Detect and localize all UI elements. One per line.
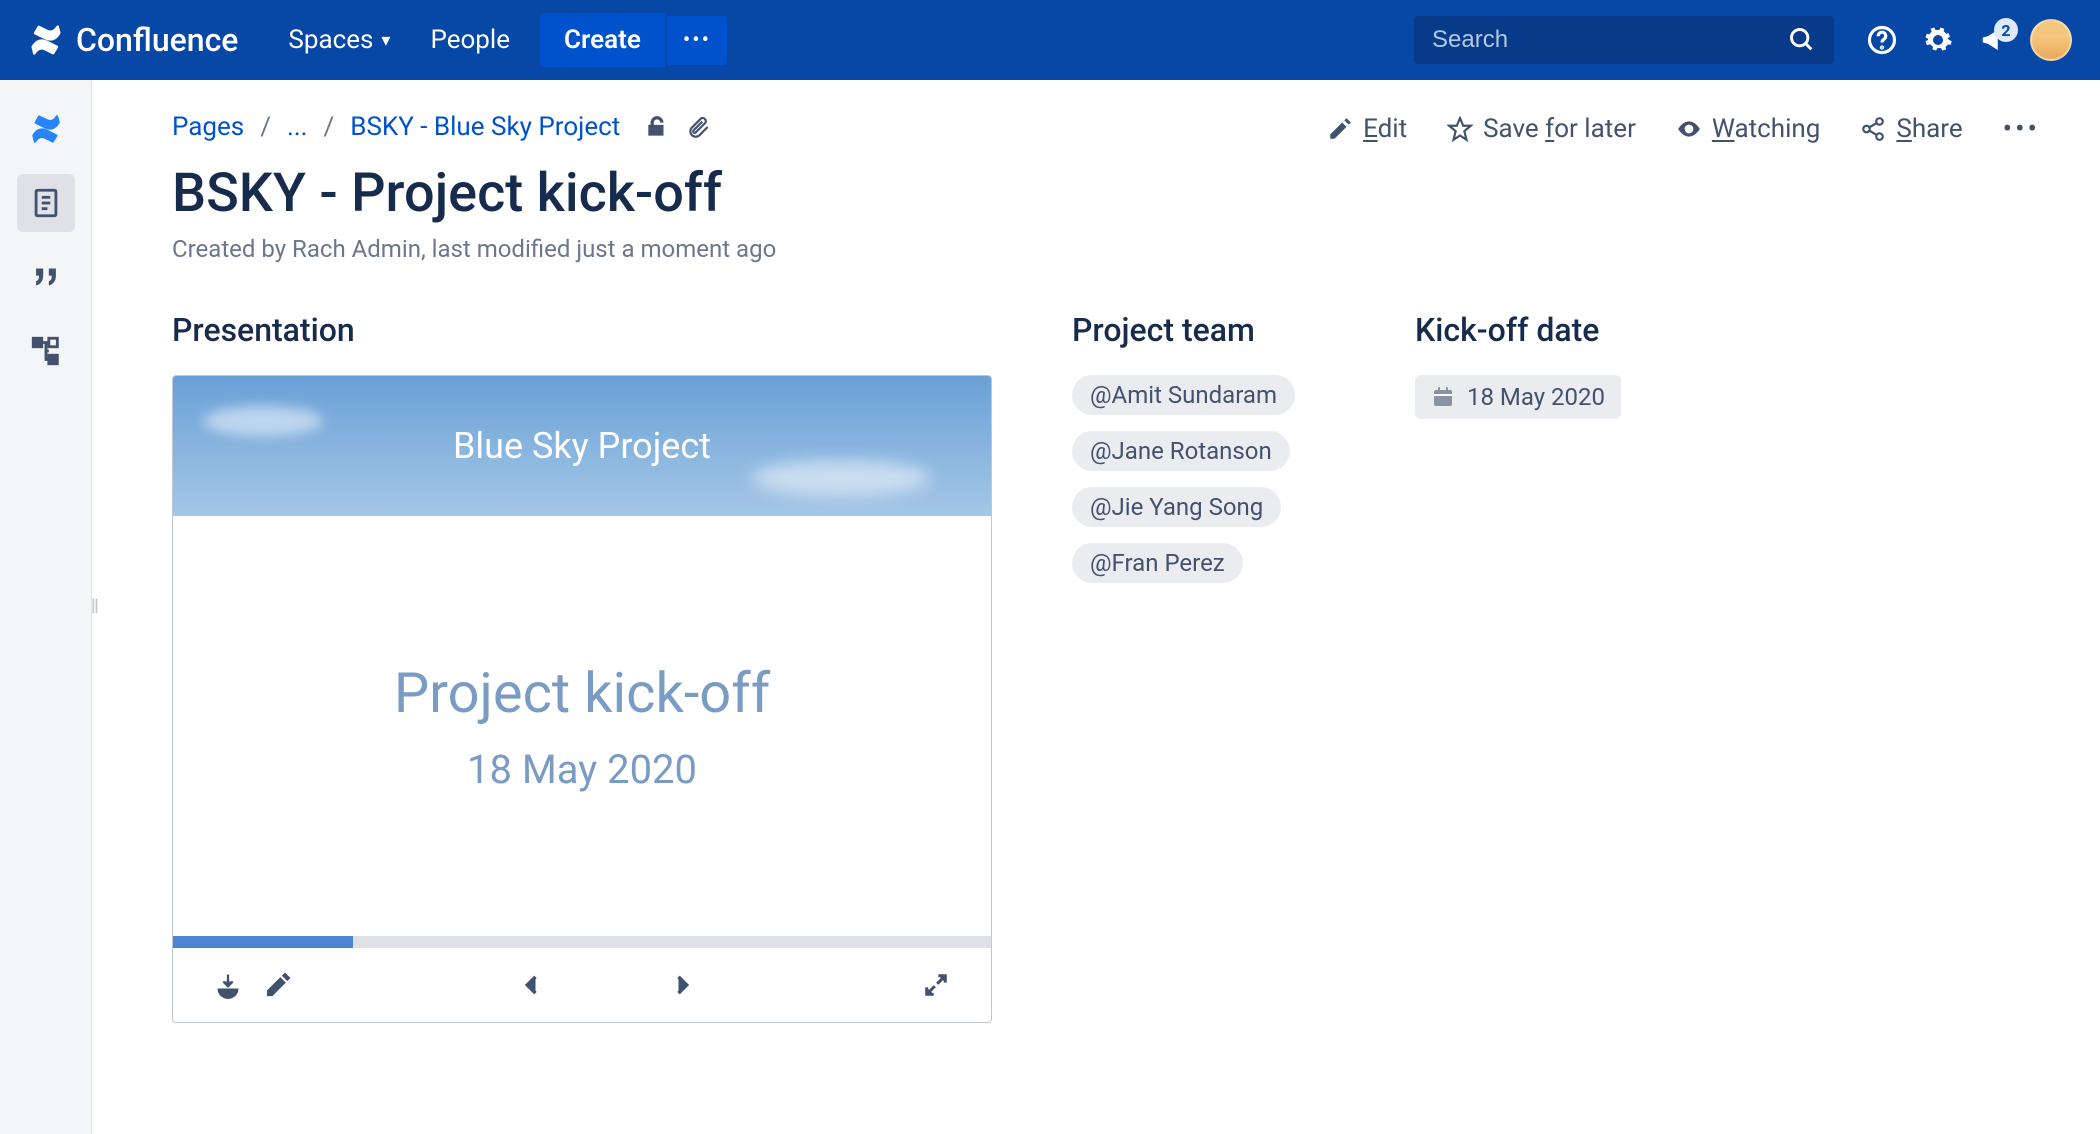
- restrictions-icon[interactable]: [644, 114, 670, 140]
- kickoff-column: Kick-off date 18 May 2020: [1415, 311, 1621, 1023]
- nav-people[interactable]: People: [410, 15, 530, 65]
- create-more-button[interactable]: •••: [667, 16, 727, 65]
- presentation-main-text: Project kick-off: [394, 660, 770, 726]
- presentation-date-text: 18 May 2020: [467, 746, 697, 793]
- search-icon: [1788, 26, 1816, 54]
- search-box[interactable]: [1414, 16, 1834, 64]
- download-button[interactable]: [203, 960, 253, 1010]
- crumb-ellipsis[interactable]: ...: [287, 112, 308, 142]
- team-mention[interactable]: @Jane Rotanson: [1072, 431, 1290, 471]
- eye-icon: [1676, 116, 1702, 142]
- section-kickoff: Kick-off date: [1415, 311, 1621, 349]
- left-rail: ‖: [0, 80, 92, 1134]
- rail-pages[interactable]: [17, 174, 75, 232]
- pencil-icon: [1327, 116, 1353, 142]
- confluence-icon: [28, 22, 64, 58]
- section-team: Project team: [1072, 311, 1295, 349]
- gear-icon: [1923, 25, 1953, 55]
- brand-text: Confluence: [76, 21, 238, 59]
- team-mention[interactable]: @Fran Perez: [1072, 543, 1243, 583]
- page-title: BSKY - Project kick-off: [172, 162, 2040, 225]
- next-slide-button[interactable]: [657, 960, 707, 1010]
- presentation-card: Blue Sky Project Project kick-off 18 May…: [172, 375, 992, 1023]
- chevron-left-icon: [518, 971, 546, 999]
- page-meta: Created by Rach Admin, last modified jus…: [172, 235, 2040, 263]
- chevron-down-icon: ▾: [381, 30, 390, 51]
- rail-resize-handle[interactable]: ‖: [91, 595, 99, 620]
- pencil-icon: [264, 971, 292, 999]
- team-list: @Amit Sundaram @Jane Rotanson @Jie Yang …: [1072, 375, 1295, 583]
- crumb-sep: /: [260, 112, 271, 142]
- share-icon: [1860, 116, 1886, 142]
- edit-button[interactable]: Edit: [1327, 114, 1407, 144]
- crumb-parent[interactable]: BSKY - Blue Sky Project: [350, 112, 620, 142]
- help-button[interactable]: [1854, 12, 1910, 68]
- share-button[interactable]: Share: [1860, 114, 1962, 144]
- kickoff-date-chip[interactable]: 18 May 2020: [1415, 375, 1621, 419]
- top-nav: Confluence Spaces ▾ People Create ••• 2: [0, 0, 2100, 80]
- search-input[interactable]: [1432, 26, 1788, 54]
- nav-people-label: People: [430, 25, 510, 55]
- edit-presentation-button[interactable]: [253, 960, 303, 1010]
- crumb-sep: /: [324, 112, 335, 142]
- attachments-icon[interactable]: [686, 114, 712, 140]
- more-actions-button[interactable]: •••: [2003, 112, 2040, 145]
- expand-icon: [922, 971, 950, 999]
- kickoff-date-text: 18 May 2020: [1467, 383, 1605, 411]
- user-avatar[interactable]: [2030, 19, 2072, 61]
- tree-icon: [29, 334, 63, 368]
- calendar-icon: [1431, 385, 1455, 409]
- download-icon: [214, 971, 242, 999]
- page-actions: Edit Save for later Watching Share •••: [1327, 112, 2040, 145]
- nav-spaces-label: Spaces: [288, 25, 373, 55]
- quote-icon: [29, 260, 63, 294]
- rail-blog[interactable]: [17, 248, 75, 306]
- team-column: Project team @Amit Sundaram @Jane Rotans…: [1072, 311, 1295, 1023]
- notification-badge: 2: [1994, 18, 2018, 42]
- page-icon: [29, 186, 63, 220]
- presentation-banner-text: Blue Sky Project: [453, 425, 711, 467]
- brand[interactable]: Confluence: [28, 21, 238, 59]
- presentation-slide[interactable]: Project kick-off 18 May 2020: [173, 516, 991, 936]
- watching-button[interactable]: Watching: [1676, 114, 1821, 144]
- notifications-button[interactable]: 2: [1966, 12, 2022, 68]
- settings-button[interactable]: [1910, 12, 1966, 68]
- presentation-toolbar: [173, 948, 991, 1022]
- rail-logo[interactable]: [17, 100, 75, 158]
- rail-tree[interactable]: [17, 322, 75, 380]
- team-mention[interactable]: @Amit Sundaram: [1072, 375, 1295, 415]
- star-icon: [1447, 116, 1473, 142]
- confluence-small-icon: [29, 112, 63, 146]
- presentation-banner: Blue Sky Project: [173, 376, 991, 516]
- page-content: Pages / ... / BSKY - Blue Sky Project Ed…: [92, 80, 2100, 1134]
- presentation-progress[interactable]: [173, 936, 991, 948]
- save-for-later-button[interactable]: Save for later: [1447, 114, 1636, 144]
- fullscreen-button[interactable]: [911, 960, 961, 1010]
- section-presentation: Presentation: [172, 311, 992, 349]
- help-icon: [1867, 25, 1897, 55]
- prev-slide-button[interactable]: [507, 960, 557, 1010]
- team-mention[interactable]: @Jie Yang Song: [1072, 487, 1281, 527]
- chevron-right-icon: [668, 971, 696, 999]
- create-button[interactable]: Create: [540, 13, 665, 67]
- nav-spaces[interactable]: Spaces ▾: [268, 15, 410, 65]
- crumb-pages[interactable]: Pages: [172, 112, 244, 142]
